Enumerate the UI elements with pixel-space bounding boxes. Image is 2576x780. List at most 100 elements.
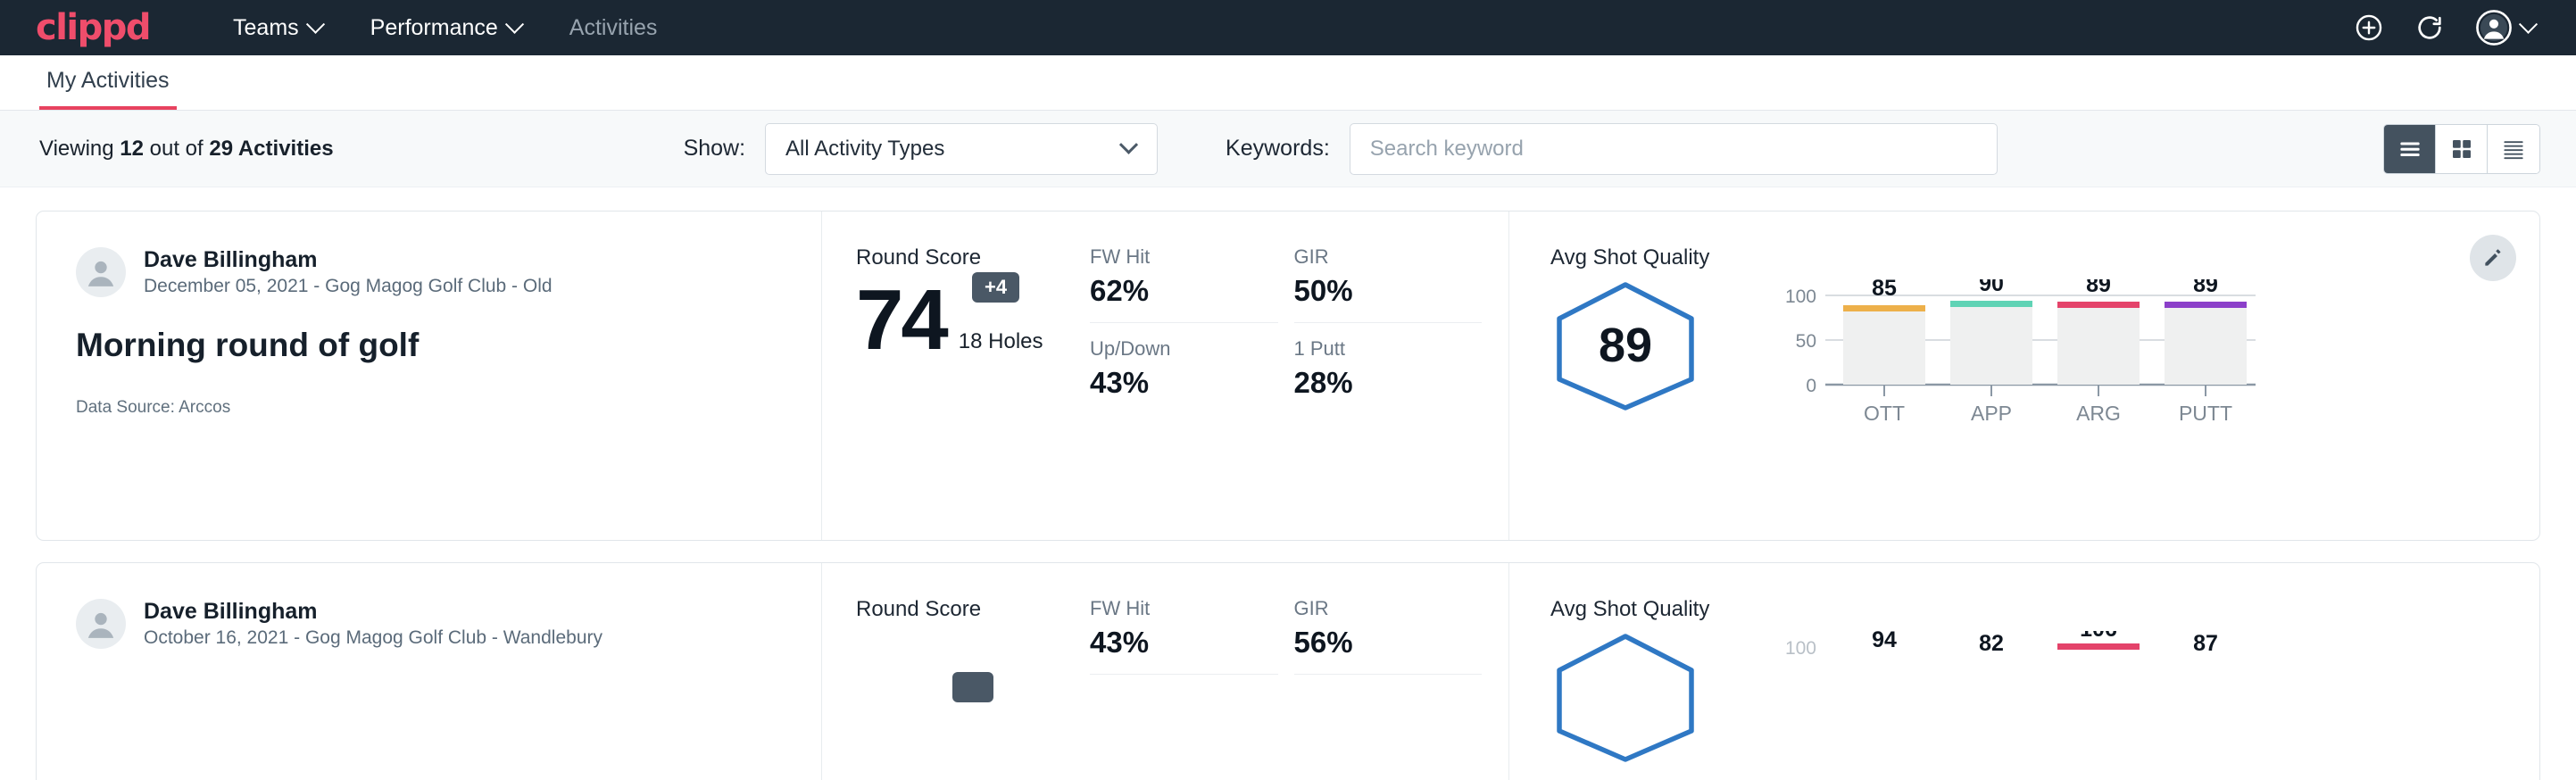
activity-type-select-value: All Activity Types: [785, 137, 944, 162]
activity-user-name: Dave Billingham: [144, 245, 553, 274]
view-mode-compact-button[interactable]: [2488, 125, 2539, 173]
bar-label-app: APP: [1971, 402, 2012, 425]
chevron-down-icon: [306, 14, 325, 33]
activity-summary-column: Dave Billingham December 05, 2021 - Gog …: [37, 212, 822, 540]
shot-quality-hexagon: 89: [1550, 279, 1729, 418]
stat-value: 50%: [1294, 274, 1483, 308]
stat-label: Up/Down: [1090, 337, 1278, 361]
view-mode-grid-button[interactable]: [2436, 125, 2488, 173]
primary-nav: Teams Performance Activities: [209, 15, 681, 41]
nav-item-teams[interactable]: Teams: [209, 15, 346, 41]
bar-app: 90 APP: [1950, 279, 2032, 425]
activity-user-row: Dave Billingham December 05, 2021 - Gog …: [76, 245, 821, 298]
edit-activity-button[interactable]: [2470, 235, 2516, 281]
round-score-label: Round Score: [856, 245, 1090, 270]
avatar: [76, 247, 126, 297]
avatar-menu[interactable]: [2475, 9, 2535, 46]
ytick-100: 100: [1785, 638, 1816, 659]
activity-summary-column: Dave Billingham October 16, 2021 - Gog M…: [37, 563, 822, 780]
activity-user-name: Dave Billingham: [144, 597, 602, 626]
bar-chart-svg: 100 50 0 85 OTT: [1774, 279, 2273, 449]
activity-meta: October 16, 2021 - Gog Magog Golf Club -…: [144, 626, 602, 650]
round-score-value-row: 74 +4 18 Holes: [856, 278, 1090, 363]
top-navigation-bar: clippd Teams Performance Activities: [0, 0, 2576, 55]
viewing-middle: out of: [144, 137, 209, 161]
nav-item-performance-label: Performance: [370, 15, 498, 41]
bar-value-putt: 87: [2193, 631, 2218, 656]
nav-item-activities[interactable]: Activities: [545, 15, 682, 41]
person-icon: [79, 602, 123, 646]
avg-shot-quality-column: Avg Shot Quality 100 94 82: [1509, 563, 2539, 780]
round-score-column: Round Score: [822, 563, 1090, 780]
grid-view-icon: [2448, 136, 2475, 162]
bar-arg: 106: [2057, 631, 2140, 650]
bar-ott: 94: [1872, 631, 1897, 652]
bar-ott: 85 OTT: [1843, 279, 1925, 425]
clippd-logo[interactable]: clippd: [36, 7, 150, 48]
bar-putt: 87: [2193, 631, 2218, 656]
tab-bar: My Activities: [0, 55, 2576, 111]
add-icon[interactable]: [2354, 12, 2384, 43]
viewing-total: 29 Activities: [209, 137, 333, 161]
avg-shot-quality-label: Avg Shot Quality: [1550, 597, 2539, 622]
activity-type-select[interactable]: All Activity Types: [765, 123, 1158, 175]
avatar: [76, 599, 126, 649]
chevron-down-icon: [505, 14, 524, 33]
avg-shot-quality-label: Avg Shot Quality: [1550, 245, 2539, 270]
bar-value-app: 82: [1979, 631, 2004, 656]
show-label: Show:: [684, 136, 745, 162]
stat-label: 1 Putt: [1294, 337, 1483, 361]
bar-value-app: 90: [1979, 279, 2004, 296]
stat-value: 62%: [1090, 274, 1278, 308]
search-input[interactable]: [1370, 137, 1977, 162]
activity-card[interactable]: Dave Billingham October 16, 2021 - Gog M…: [36, 562, 2540, 780]
stat-one-putt: 1 Putt 28%: [1294, 337, 1483, 414]
shot-quality-bar-chart: 100 50 0 85 OTT: [1774, 279, 2539, 453]
activity-meta: December 05, 2021 - Gog Magog Golf Club …: [144, 274, 553, 298]
stat-up-down: Up/Down 43%: [1090, 337, 1278, 414]
round-score-column: Round Score 74 +4 18 Holes: [822, 212, 1090, 540]
chevron-down-icon: [2519, 14, 2538, 33]
list-view-icon: [2397, 136, 2423, 162]
stat-value: 43%: [1090, 366, 1278, 400]
round-stats-grid: FW Hit 62% GIR 50% Up/Down 43% 1 Putt 28…: [1090, 212, 1509, 540]
view-mode-toggle-group: [2383, 124, 2540, 174]
bar-label-arg: ARG: [2076, 402, 2121, 425]
score-to-par-badge: [952, 672, 993, 702]
filter-toolbar: Viewing 12 out of 29 Activities Show: Al…: [0, 111, 2576, 187]
keywords-filter-group: Keywords:: [1226, 123, 1998, 175]
stat-label: FW Hit: [1090, 597, 1278, 620]
keywords-label: Keywords:: [1226, 136, 1330, 162]
compact-list-icon: [2500, 136, 2527, 162]
bar-label-putt: PUTT: [2179, 402, 2232, 425]
score-to-par-badge: +4: [972, 272, 1019, 303]
activity-title: Morning round of golf: [76, 327, 821, 364]
refresh-icon[interactable]: [2414, 12, 2445, 43]
stat-gir: GIR 50%: [1294, 245, 1483, 323]
bar-value-ott: 85: [1872, 279, 1897, 301]
pencil-icon: [2481, 246, 2505, 270]
avg-shot-quality-body: 100 94 82 106 87: [1550, 631, 2539, 780]
round-stats-grid: FW Hit 43% GIR 56%: [1090, 563, 1509, 780]
ytick-100: 100: [1785, 286, 1816, 307]
shot-quality-hexagon: [1550, 631, 1729, 769]
activities-list: Dave Billingham December 05, 2021 - Gog …: [0, 187, 2576, 780]
nav-item-teams-label: Teams: [233, 15, 299, 41]
show-filter-group: Show: All Activity Types: [684, 123, 1158, 175]
activity-user-row: Dave Billingham October 16, 2021 - Gog M…: [76, 597, 821, 650]
nav-item-performance[interactable]: Performance: [346, 15, 545, 41]
viewing-prefix: Viewing: [39, 137, 120, 161]
bar-arg: 89 ARG: [2057, 279, 2140, 425]
activity-card[interactable]: Dave Billingham December 05, 2021 - Gog …: [36, 211, 2540, 541]
stat-value: 43%: [1090, 626, 1278, 660]
viewing-count: 12: [120, 137, 144, 161]
stat-label: GIR: [1294, 597, 1483, 620]
chevron-down-icon: [1119, 136, 1138, 154]
view-mode-list-button[interactable]: [2384, 125, 2436, 173]
bar-putt: 89 PUTT: [2165, 279, 2247, 425]
avg-shot-quality-column: Avg Shot Quality 89 100: [1509, 212, 2539, 540]
ytick-0: 0: [1806, 376, 1816, 396]
tab-my-activities[interactable]: My Activities: [39, 68, 177, 110]
search-box[interactable]: [1350, 123, 1998, 175]
person-icon: [79, 250, 123, 295]
